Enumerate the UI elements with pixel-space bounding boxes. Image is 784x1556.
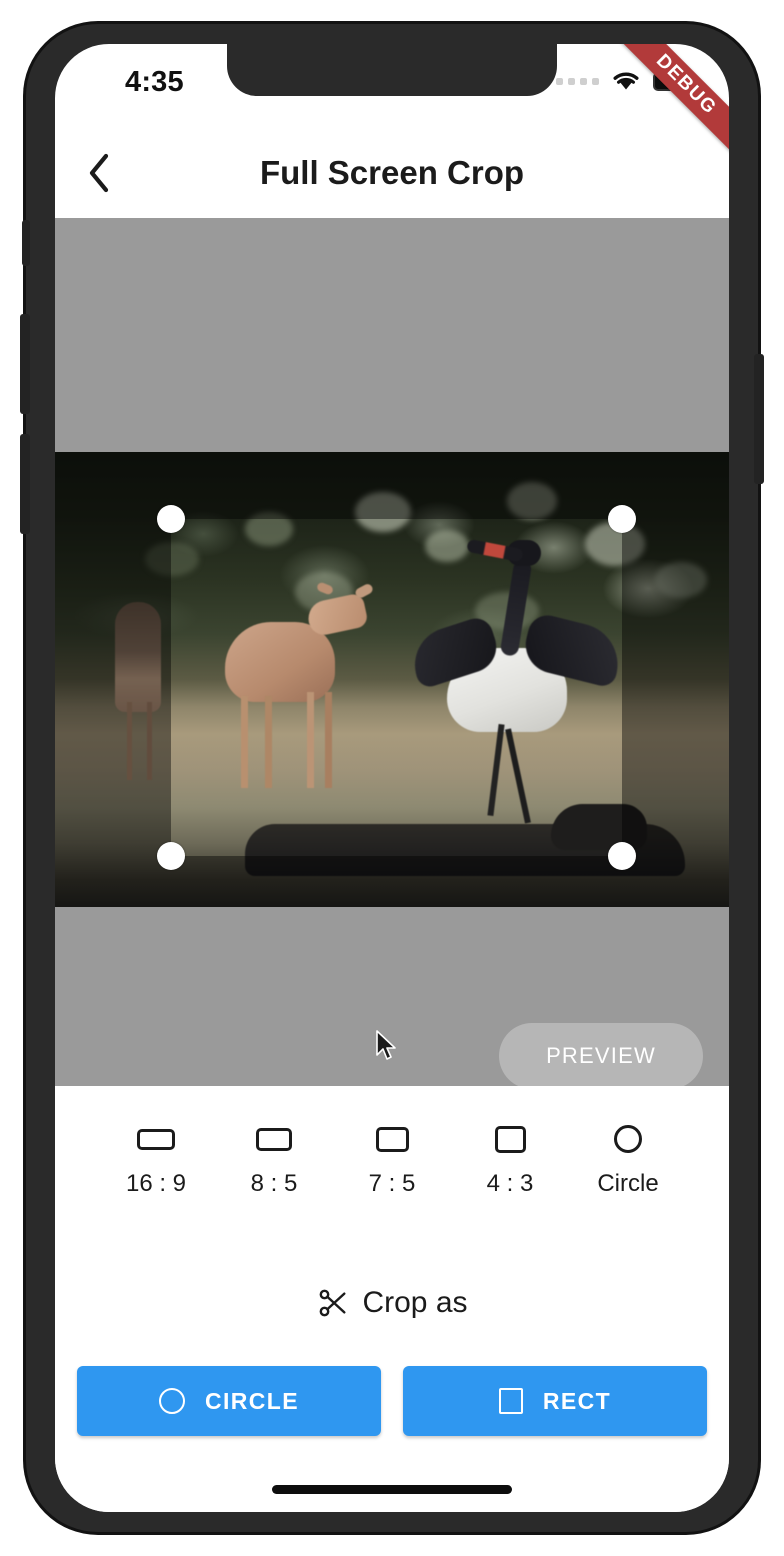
crop-rect-label: RECT bbox=[542, 1387, 612, 1414]
status-time: 4:35 bbox=[125, 66, 184, 98]
crop-circle-label: CIRCLE bbox=[204, 1387, 299, 1414]
ratio-label: 4 : 3 bbox=[486, 1170, 534, 1197]
silent-switch-button[interactable] bbox=[22, 220, 30, 266]
notch bbox=[227, 44, 557, 96]
crop-photo[interactable] bbox=[55, 452, 729, 907]
ratio-option-8-5[interactable]: 8 : 5 bbox=[226, 1122, 322, 1198]
crop-circle-button[interactable]: CIRCLE bbox=[77, 1366, 381, 1436]
bottom-panel: 16 : 9 8 : 5 7 : 5 4: 3 Circle Crop as … bbox=[55, 1086, 729, 1512]
phone-screen: 4:35 DEBUG Full Screen Crop PREVIEW 16:… bbox=[55, 44, 729, 1512]
rect-7-5-icon bbox=[375, 1122, 409, 1156]
ratio-option-7-5[interactable]: 7 : 5 bbox=[344, 1122, 440, 1198]
preview-button[interactable]: PREVIEW bbox=[499, 1023, 703, 1086]
signal-dots-icon bbox=[556, 77, 599, 85]
crop-rect-button[interactable]: RECT bbox=[403, 1366, 707, 1436]
ratio-option-16-9[interactable]: 16 : 9 bbox=[108, 1122, 204, 1198]
phone-frame: 4:35 DEBUG Full Screen Crop PREVIEW 16:… bbox=[20, 24, 764, 1532]
page-title: Full Screen Crop bbox=[259, 154, 525, 191]
rect-8-5-icon bbox=[256, 1122, 292, 1156]
crop-stage[interactable]: PREVIEW bbox=[55, 218, 729, 1086]
crop-as-heading: Crop as bbox=[55, 1286, 729, 1320]
rect-4-3-icon bbox=[494, 1122, 526, 1156]
aspect-ratio-row: 16 : 9 8 : 5 7 : 5 4: 3 Circle bbox=[55, 1122, 729, 1198]
ratio-label: 7 : 5 bbox=[368, 1170, 416, 1197]
crop-dim-right bbox=[622, 519, 729, 856]
power-button[interactable] bbox=[754, 354, 764, 484]
crop-as-label: Crop as bbox=[362, 1286, 468, 1319]
rect-16-9-icon bbox=[137, 1122, 175, 1156]
ratio-label: Circle bbox=[597, 1170, 659, 1197]
home-indicator-bar[interactable] bbox=[272, 1485, 512, 1494]
crop-action-row: CIRCLE RECT bbox=[77, 1366, 707, 1436]
ratio-label: 16 : 9 bbox=[125, 1170, 187, 1197]
ratio-label: 8 : 5 bbox=[250, 1170, 298, 1197]
volume-up-button[interactable] bbox=[20, 314, 30, 414]
scissors-icon bbox=[320, 1289, 347, 1317]
chevron-left-icon bbox=[89, 153, 109, 193]
mouse-pointer-icon bbox=[376, 1030, 396, 1060]
ratio-option-4-3[interactable]: 4 : 3 bbox=[462, 1122, 558, 1198]
wifi-icon bbox=[613, 72, 639, 90]
circle-outline-icon bbox=[158, 1388, 185, 1414]
ratio-option-circle[interactable]: Circle bbox=[580, 1122, 676, 1198]
circle-icon bbox=[614, 1122, 642, 1156]
crop-handle-bottom-right[interactable] bbox=[608, 842, 636, 870]
crop-dim-left bbox=[55, 519, 171, 856]
crop-box[interactable] bbox=[157, 505, 636, 870]
crop-handle-top-right[interactable] bbox=[608, 505, 636, 533]
crop-handle-bottom-left[interactable] bbox=[157, 842, 185, 870]
app-bar: Full Screen Crop bbox=[55, 128, 729, 218]
square-outline-icon bbox=[498, 1388, 523, 1414]
back-button[interactable] bbox=[71, 145, 127, 201]
crop-handle-top-left[interactable] bbox=[157, 505, 185, 533]
volume-down-button[interactable] bbox=[20, 434, 30, 534]
